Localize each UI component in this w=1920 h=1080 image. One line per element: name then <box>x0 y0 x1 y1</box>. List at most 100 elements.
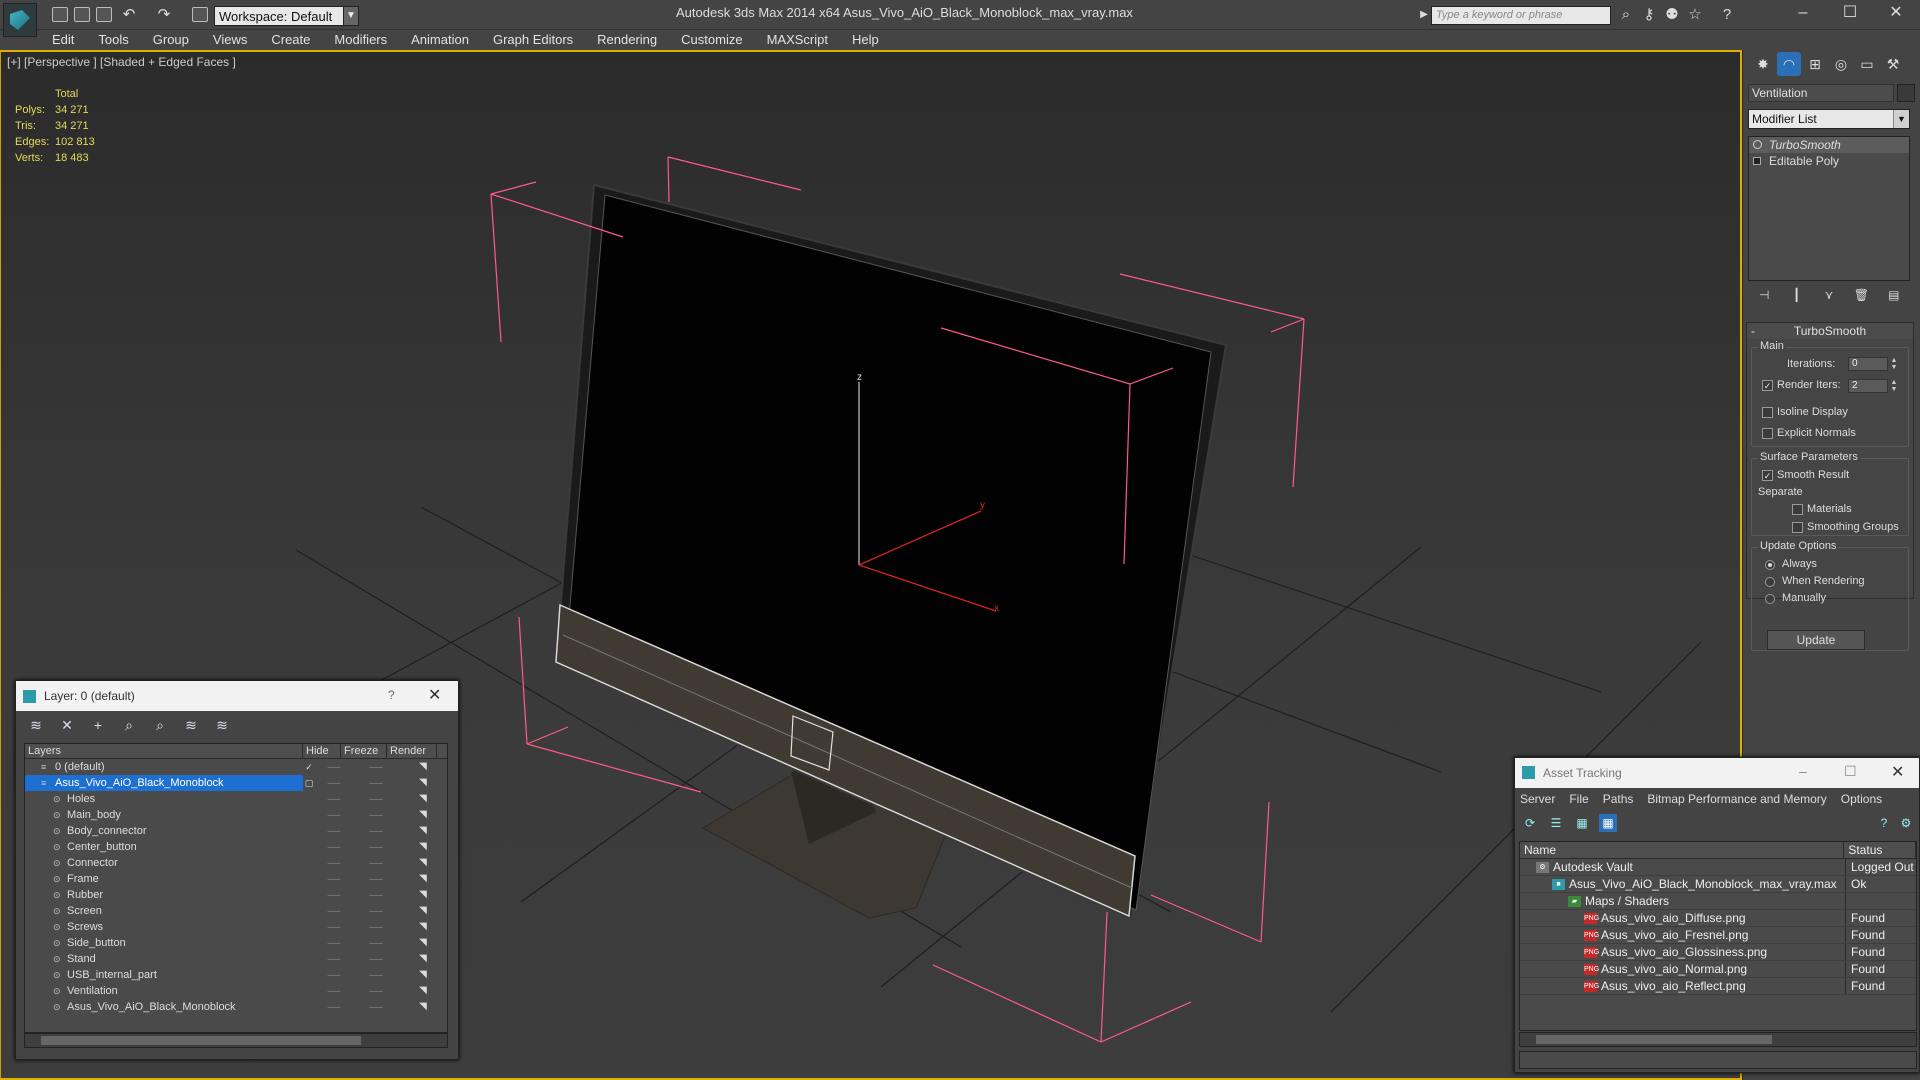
column-header-name[interactable]: Name <box>1520 842 1845 858</box>
layer-dialog-titlebar[interactable]: Layer: 0 (default) ? ✕ <box>16 681 458 711</box>
menu-animation[interactable]: Animation <box>399 30 481 50</box>
current-layer-slot[interactable] <box>303 983 315 999</box>
freeze-toggle[interactable]: ── <box>353 807 399 823</box>
help-icon[interactable]: ? <box>1718 6 1736 24</box>
layer-horizontal-scrollbar[interactable] <box>24 1033 448 1048</box>
current-layer-slot[interactable] <box>303 951 315 967</box>
hide-toggle[interactable]: ── <box>315 951 353 967</box>
app-logo-button[interactable] <box>3 3 37 37</box>
current-layer-slot[interactable] <box>303 823 315 839</box>
layer-row[interactable]: ⊙ Frame ── ── ◥ <box>25 871 447 887</box>
object-color-swatch[interactable] <box>1897 84 1915 102</box>
layer-name-cell[interactable]: ⊙ Rubber <box>25 887 303 903</box>
layer-row[interactable]: ⊙ Rubber ── ── ◥ <box>25 887 447 903</box>
current-layer-toggle-icon[interactable]: ▢ <box>303 775 315 791</box>
render-iters-checkbox[interactable]: ✓ <box>1762 380 1773 391</box>
column-header-status[interactable]: Status <box>1844 842 1916 858</box>
menu-create[interactable]: Create <box>259 30 322 50</box>
freeze-toggle[interactable]: ── <box>353 759 399 775</box>
update-button[interactable]: Update <box>1767 630 1865 650</box>
freeze-toggle[interactable]: ── <box>353 967 399 983</box>
layer-row[interactable]: ⊙ Connector ── ── ◥ <box>25 855 447 871</box>
render-teapot-icon[interactable]: ◥ <box>399 759 447 775</box>
refresh-icon[interactable]: ⟳ <box>1521 814 1539 832</box>
display-tab-icon[interactable]: ▭ <box>1855 52 1879 76</box>
thumbnail-view-icon[interactable]: ▦ <box>1573 814 1591 832</box>
current-layer-slot[interactable] <box>303 807 315 823</box>
asset-row[interactable]: ▰ Maps / Shaders <box>1520 893 1916 910</box>
hide-toggle[interactable]: ── <box>315 823 353 839</box>
current-layer-slot[interactable] <box>303 855 315 871</box>
current-layer-slot[interactable] <box>303 999 315 1015</box>
hide-toggle[interactable]: ── <box>315 839 353 855</box>
layer-row[interactable]: ⊙ Side_button ── ── ◥ <box>25 935 447 951</box>
community-icon[interactable]: ⚉ <box>1663 6 1681 24</box>
asset-name-cell[interactable]: PNG Asus_vivo_aio_Fresnel.png <box>1520 927 1846 943</box>
help-icon[interactable]: ? <box>388 688 395 702</box>
layer-name-cell[interactable]: ⊙ USB_internal_part <box>25 967 303 983</box>
list-view-icon[interactable]: ☰ <box>1547 814 1565 832</box>
asset-dialog-titlebar[interactable]: Asset Tracking – ☐ ✕ <box>1515 758 1919 788</box>
hierarchy-tab-icon[interactable]: ⊞ <box>1803 52 1827 76</box>
project-folder-icon[interactable] <box>192 7 208 22</box>
menu-graph-editors[interactable]: Graph Editors <box>481 30 585 50</box>
asset-name-cell[interactable]: ■ Asus_Vivo_AiO_Black_Monoblock_max_vray.… <box>1520 876 1846 892</box>
close-button[interactable]: ✕ <box>1873 0 1919 26</box>
key-icon[interactable]: ⚷ <box>1640 6 1658 24</box>
redo-icon[interactable]: ↷ <box>155 6 173 24</box>
layer-name-cell[interactable]: ≡ Asus_Vivo_AiO_Black_Monoblock <box>25 775 303 791</box>
help-icon[interactable]: ? <box>1875 814 1893 832</box>
render-teapot-icon[interactable]: ◥ <box>399 839 447 855</box>
hide-toggle[interactable]: ── <box>315 807 353 823</box>
current-layer-slot[interactable] <box>303 919 315 935</box>
render-iters-spinner[interactable]: 2 <box>1848 379 1888 393</box>
smoothing-groups-checkbox[interactable] <box>1792 522 1803 533</box>
hide-toggle[interactable]: ── <box>315 967 353 983</box>
menu-edit[interactable]: Edit <box>40 30 86 50</box>
column-header-render[interactable]: Render <box>387 744 437 758</box>
render-teapot-icon[interactable]: ◥ <box>399 871 447 887</box>
layer-name-cell[interactable]: ⊙ Frame <box>25 871 303 887</box>
modifier-list-dropdown[interactable]: Modifier List ▼ <box>1748 109 1910 129</box>
menu-group[interactable]: Group <box>141 30 201 50</box>
select-objects-icon[interactable]: ⌕ <box>119 715 139 735</box>
layer-row[interactable]: ≡ 0 (default) ✓ ── ── ◥ <box>25 759 447 775</box>
current-layer-checkmark-icon[interactable]: ✓ <box>303 759 315 775</box>
maximize-icon[interactable]: ☐ <box>1844 763 1857 780</box>
render-teapot-icon[interactable]: ◥ <box>399 855 447 871</box>
asset-name-cell[interactable]: ⚙ Autodesk Vault <box>1520 859 1846 875</box>
chevron-down-icon[interactable]: ▼ <box>343 6 359 26</box>
freeze-toggle[interactable]: ── <box>353 887 399 903</box>
scrollbar-thumb[interactable] <box>41 1036 361 1045</box>
menu-customize[interactable]: Customize <box>669 30 754 50</box>
asset-row[interactable]: PNG Asus_vivo_aio_Normal.png Found <box>1520 961 1916 978</box>
render-teapot-icon[interactable]: ◥ <box>399 807 447 823</box>
menu-help[interactable]: Help <box>840 30 891 50</box>
render-teapot-icon[interactable]: ◥ <box>399 791 447 807</box>
hide-toggle[interactable]: ── <box>315 903 353 919</box>
always-radio[interactable] <box>1765 560 1775 570</box>
isoline-display-checkbox[interactable] <box>1762 407 1773 418</box>
current-layer-slot[interactable] <box>303 935 315 951</box>
spinner-arrows-icon[interactable]: ▲ ▼ <box>1890 357 1898 371</box>
layer-row[interactable]: ⊙ Asus_Vivo_AiO_Black_Monoblock ── ── ◥ <box>25 999 447 1015</box>
hide-toggle[interactable]: ── <box>315 919 353 935</box>
minimize-button[interactable]: – <box>1780 0 1826 26</box>
lightbulb-icon[interactable] <box>1753 140 1762 149</box>
layer-row[interactable]: ⊙ Center_button ── ── ◥ <box>25 839 447 855</box>
render-teapot-icon[interactable]: ◥ <box>399 999 447 1015</box>
materials-checkbox[interactable] <box>1792 504 1803 515</box>
menu-tools[interactable]: Tools <box>86 30 140 50</box>
explicit-normals-checkbox[interactable] <box>1762 428 1773 439</box>
render-teapot-icon[interactable]: ◥ <box>399 951 447 967</box>
add-to-layer-icon[interactable]: + <box>88 715 108 735</box>
render-teapot-icon[interactable]: ◥ <box>399 983 447 999</box>
asset-row[interactable]: PNG Asus_vivo_aio_Reflect.png Found <box>1520 978 1916 995</box>
minimize-icon[interactable]: – <box>1799 763 1807 779</box>
remove-modifier-icon[interactable]: 🗑 <box>1853 287 1869 303</box>
open-file-icon[interactable] <box>74 7 90 22</box>
workspace-select[interactable]: Workspace: Default <box>214 6 358 26</box>
column-header-hide[interactable]: Hide <box>303 744 341 758</box>
layer-name-cell[interactable]: ⊙ Screws <box>25 919 303 935</box>
freeze-toggle[interactable]: ── <box>353 855 399 871</box>
